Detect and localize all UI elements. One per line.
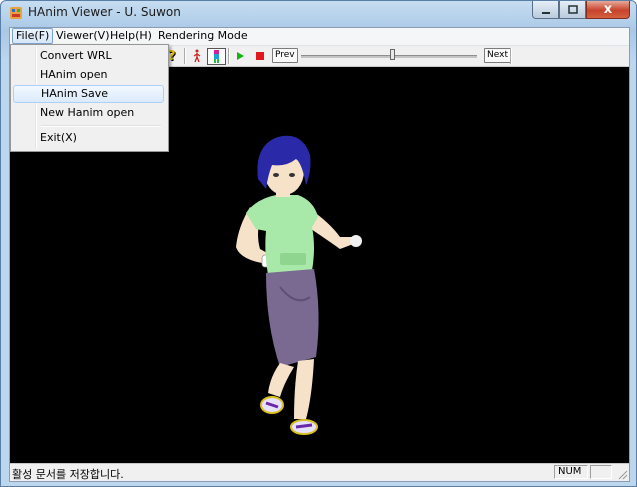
walking-figure-icon — [193, 49, 201, 62]
svg-text:?: ? — [168, 49, 176, 63]
maximize-icon — [567, 4, 578, 14]
toolbar-separator — [228, 48, 230, 64]
menu-item-exit[interactable]: Exit(X) — [13, 129, 164, 147]
character-icon — [214, 50, 219, 63]
resize-grip-icon[interactable] — [616, 468, 628, 480]
minimize-button[interactable] — [532, 1, 559, 19]
menu-item-hanim-save[interactable]: HAnim Save — [13, 85, 164, 103]
prev-button[interactable]: Prev — [272, 48, 298, 63]
status-pane-empty — [590, 465, 612, 479]
toolbar-separator — [184, 48, 186, 64]
stop-button[interactable] — [253, 48, 267, 63]
status-bar: 활성 문서를 저장합니다. NUM — [10, 463, 629, 481]
menu-item-new-hanim-open[interactable]: New Hanim open — [13, 104, 164, 122]
next-button[interactable]: Next — [484, 48, 511, 63]
minimize-icon — [541, 11, 550, 14]
status-message: 활성 문서를 저장합니다. — [12, 468, 124, 481]
maximize-button[interactable] — [559, 1, 586, 19]
next-label: Next — [484, 48, 511, 63]
frame-slider-track[interactable] — [301, 55, 477, 58]
menu-item-hanim-open[interactable]: HAnim open — [13, 66, 164, 84]
close-icon: x — [603, 2, 613, 17]
toolbar-separator — [510, 48, 512, 64]
app-icon — [10, 7, 22, 19]
character-button[interactable] — [207, 48, 226, 65]
num-lock-indicator: NUM — [554, 465, 588, 479]
menu-separator — [41, 125, 161, 127]
figure-button[interactable] — [190, 48, 204, 63]
title-bar[interactable]: HAnim Viewer - U. Suwon x — [1, 1, 636, 25]
menu-item-convert-wrl[interactable]: Convert WRL — [13, 47, 164, 65]
file-menu-dropdown: Convert WRL HAnim open HAnim Save New Ha… — [10, 44, 169, 152]
stop-icon — [256, 51, 264, 60]
menu-file[interactable]: File(F) — [12, 28, 54, 44]
prev-label: Prev — [272, 48, 298, 63]
menu-viewer[interactable]: Viewer(V) — [53, 29, 113, 43]
menu-help[interactable]: Help(H) — [107, 29, 155, 43]
play-icon — [237, 51, 244, 60]
app-window: HAnim Viewer - U. Suwon x File(F) Viewer… — [0, 0, 637, 487]
menu-rendering-mode[interactable]: Rendering Mode — [155, 29, 251, 43]
window-title: HAnim Viewer - U. Suwon — [28, 5, 181, 19]
play-button[interactable] — [233, 48, 247, 63]
frame-slider-thumb[interactable] — [390, 49, 395, 60]
close-button[interactable]: x — [586, 1, 630, 19]
